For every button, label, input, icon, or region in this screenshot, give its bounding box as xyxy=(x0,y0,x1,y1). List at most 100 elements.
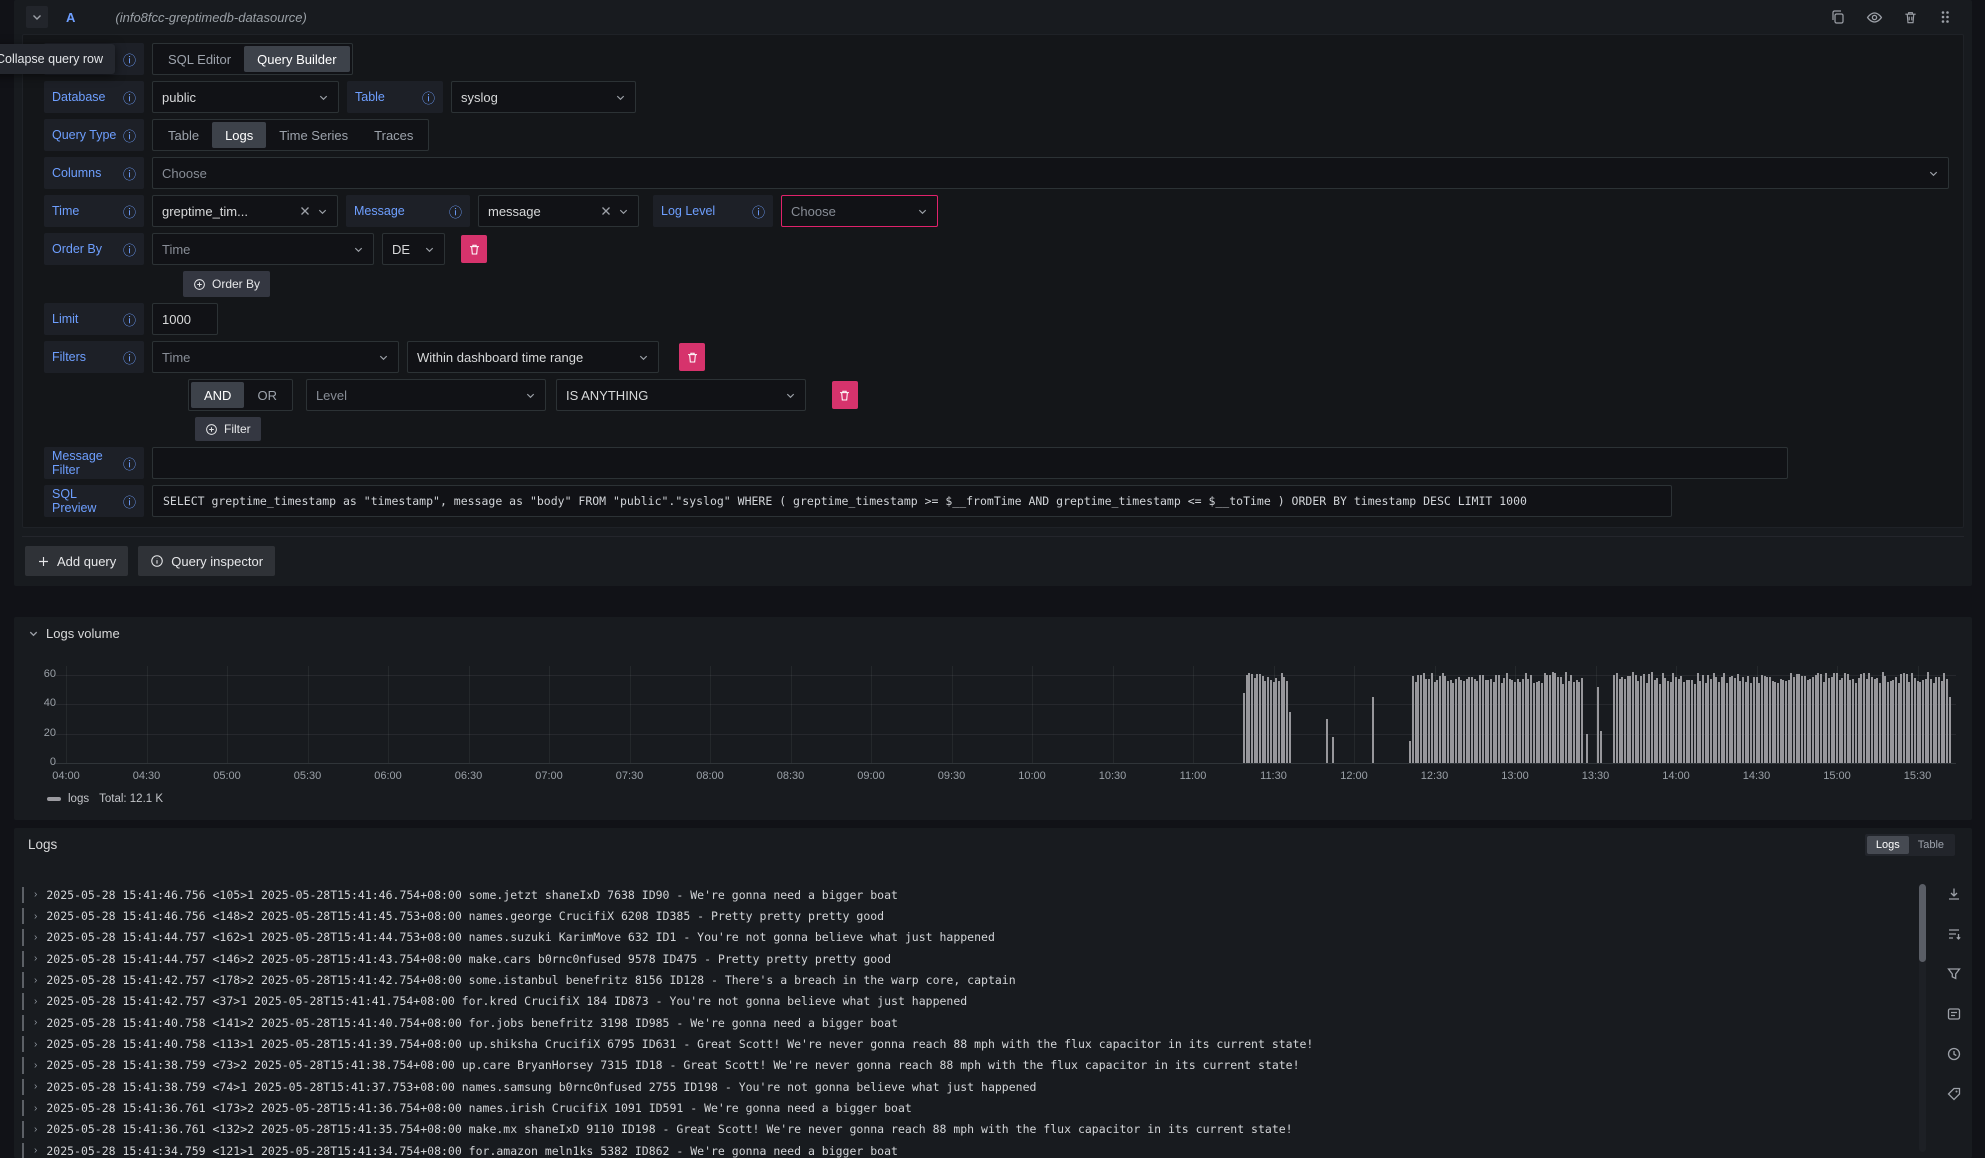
expand-caret-icon[interactable]: › xyxy=(34,1060,37,1071)
log-row[interactable]: ›2025-05-28 15:41:42.757 <178>2 2025-05-… xyxy=(22,969,1908,990)
database-select[interactable]: public xyxy=(152,81,339,113)
info-icon[interactable]: ⓘ xyxy=(123,202,136,221)
info-icon[interactable]: ⓘ xyxy=(422,88,435,107)
volume-bar xyxy=(1892,680,1894,763)
query-type-logs[interactable]: Logs xyxy=(212,122,266,148)
and-option[interactable]: AND xyxy=(191,382,244,408)
sql-editor-option[interactable]: SQL Editor xyxy=(155,46,244,72)
log-row-text: 2025-05-28 15:41:44.757 <146>2 2025-05-2… xyxy=(46,952,891,966)
volume-bar xyxy=(1943,673,1945,763)
log-row[interactable]: ›2025-05-28 15:41:36.761 <173>2 2025-05-… xyxy=(22,1097,1908,1118)
log-row[interactable]: › 2025-05-28 15:41:44.757 <146>2 2025-05-… xyxy=(22,948,1908,969)
filter-range-select[interactable]: Within dashboard time range xyxy=(407,341,659,373)
collapse-query-row-button[interactable] xyxy=(26,6,48,28)
filter-field-select[interactable]: Time xyxy=(152,341,399,373)
expand-caret-icon[interactable]: › xyxy=(34,932,37,943)
tag-icon[interactable] xyxy=(1946,1086,1962,1102)
expand-caret-icon[interactable]: › xyxy=(34,911,37,922)
clock-icon[interactable] xyxy=(1946,1046,1962,1062)
volume-bar xyxy=(1785,681,1787,763)
volume-bar xyxy=(1670,682,1672,763)
info-icon[interactable]: ⓘ xyxy=(123,492,136,511)
log-level-select[interactable]: Choose xyxy=(781,195,938,227)
query-type-traces[interactable]: Traces xyxy=(361,122,426,148)
log-row[interactable]: ›2025-05-28 15:41:40.758 <113>1 2025-05-… xyxy=(22,1033,1908,1054)
filter-level-select[interactable]: Level xyxy=(306,379,546,411)
volume-bar xyxy=(1251,674,1253,763)
expand-caret-icon[interactable]: › xyxy=(34,1039,37,1050)
info-icon[interactable]: ⓘ xyxy=(123,240,136,259)
info-icon[interactable]: ⓘ xyxy=(123,88,136,107)
expand-caret-icon[interactable]: › xyxy=(34,889,37,900)
info-icon[interactable]: ⓘ xyxy=(123,126,136,145)
log-row-marker xyxy=(22,929,24,945)
info-icon[interactable]: ⓘ xyxy=(123,454,136,473)
volume-bar xyxy=(1820,674,1822,764)
query-builder-option[interactable]: Query Builder xyxy=(244,46,349,72)
logs-volume-header[interactable]: Logs volume xyxy=(14,617,1972,641)
table-select[interactable]: syslog xyxy=(451,81,636,113)
logs-view-option[interactable]: Logs xyxy=(1867,836,1909,854)
scrollbar-thumb[interactable] xyxy=(1919,884,1926,962)
volume-bar xyxy=(1772,681,1774,763)
expand-caret-icon[interactable]: › xyxy=(34,1017,37,1028)
info-icon[interactable]: ⓘ xyxy=(123,310,136,329)
message-column-select[interactable]: message xyxy=(478,195,639,227)
log-row[interactable]: ›2025-05-28 15:41:34.759 <121>1 2025-05-… xyxy=(22,1140,1908,1158)
info-icon[interactable]: ⓘ xyxy=(123,348,136,367)
query-type-time-series[interactable]: Time Series xyxy=(266,122,361,148)
log-row[interactable]: ›2025-05-28 15:41:44.757 <162>1 2025-05-… xyxy=(22,927,1908,948)
log-details-icon[interactable] xyxy=(1946,1006,1962,1022)
duplicate-query-icon[interactable] xyxy=(1830,9,1846,25)
remove-query-trash-icon[interactable] xyxy=(1903,10,1918,25)
add-order-by-button[interactable]: Order By xyxy=(183,271,270,297)
log-row[interactable]: ›2025-05-28 15:41:46.756 <105>1 2025-05-… xyxy=(22,884,1908,905)
expand-caret-icon[interactable]: › xyxy=(34,1103,37,1114)
remove-order-by-button[interactable] xyxy=(461,235,487,263)
expand-caret-icon[interactable]: › xyxy=(34,1124,37,1135)
message-filter-input[interactable] xyxy=(152,447,1788,479)
info-icon[interactable]: ⓘ xyxy=(123,164,136,183)
clear-icon[interactable] xyxy=(300,206,310,216)
order-by-field-select[interactable]: Time xyxy=(152,233,374,265)
expand-caret-icon[interactable]: › xyxy=(34,975,37,986)
log-row[interactable]: ›2025-05-28 15:41:36.761 <132>2 2025-05-… xyxy=(22,1119,1908,1140)
download-icon[interactable] xyxy=(1946,886,1962,902)
x-axis-tick-label: 06:00 xyxy=(364,770,412,782)
filter-funnel-icon[interactable] xyxy=(1946,966,1962,982)
expand-caret-icon[interactable]: › xyxy=(34,1145,37,1156)
drag-handle-icon[interactable] xyxy=(1938,9,1952,25)
remove-filter-button[interactable] xyxy=(679,343,705,371)
add-filter-button[interactable]: Filter xyxy=(195,417,261,441)
info-icon[interactable]: ⓘ xyxy=(752,202,765,221)
expand-caret-icon[interactable]: › xyxy=(34,1081,37,1092)
order-by-direction-select[interactable]: DESC xyxy=(382,233,445,265)
info-icon[interactable]: ⓘ xyxy=(449,202,462,221)
log-row[interactable]: ›2025-05-28 15:41:40.758 <141>2 2025-05-… xyxy=(22,1012,1908,1033)
hide-response-eye-icon[interactable] xyxy=(1866,9,1883,26)
chart-legend[interactable]: logs Total: 12.1 K xyxy=(47,793,163,805)
log-row[interactable]: ›2025-05-28 15:41:38.759 <74>1 2025-05-2… xyxy=(22,1076,1908,1097)
expand-caret-icon[interactable]: › xyxy=(34,953,37,964)
legend-series-name[interactable]: logs xyxy=(68,793,89,805)
expand-caret-icon[interactable]: › xyxy=(34,996,37,1007)
sort-order-icon[interactable] xyxy=(1946,926,1962,942)
add-query-button[interactable]: Add query xyxy=(25,546,128,576)
clear-icon[interactable] xyxy=(601,206,611,216)
log-row[interactable]: ›2025-05-28 15:41:42.757 <37>1 2025-05-2… xyxy=(22,991,1908,1012)
or-option[interactable]: OR xyxy=(244,382,290,408)
filter-operator-select[interactable]: IS ANYTHING xyxy=(556,379,806,411)
logs-scrollbar[interactable] xyxy=(1919,884,1926,1152)
table-view-option[interactable]: Table xyxy=(1909,836,1953,854)
log-row[interactable]: ›2025-05-28 15:41:46.756 <148>2 2025-05-… xyxy=(22,905,1908,926)
query-inspector-button[interactable]: Query inspector xyxy=(138,546,275,576)
info-icon[interactable]: ⓘ xyxy=(123,50,136,69)
columns-select[interactable]: Choose xyxy=(152,157,1949,189)
log-row[interactable]: ›2025-05-28 15:41:38.759 <73>2 2025-05-2… xyxy=(22,1055,1908,1076)
x-axis-tick-label: 14:30 xyxy=(1733,770,1781,782)
time-column-select[interactable]: greptime_tim... xyxy=(152,195,338,227)
remove-filter-condition-button[interactable] xyxy=(832,381,858,409)
limit-input[interactable] xyxy=(152,303,218,335)
query-type-table[interactable]: Table xyxy=(155,122,212,148)
volume-bar xyxy=(1415,682,1417,763)
